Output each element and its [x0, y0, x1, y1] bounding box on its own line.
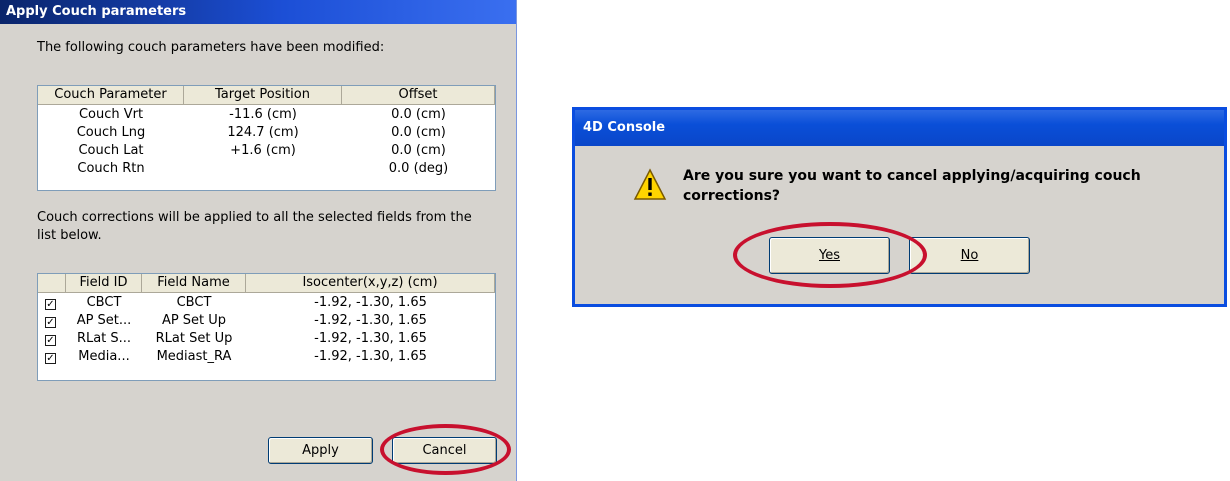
field-isocenter: -1.92, -1.30, 1.65 [314, 349, 427, 364]
no-button[interactable]: No [909, 237, 1030, 274]
field-checkbox[interactable]: ✓ [45, 317, 56, 328]
apply-button[interactable]: Apply [268, 437, 373, 464]
col-header-isocenter[interactable]: Isocenter(x,y,z) (cm) [246, 274, 495, 293]
param-offset: 0.0 (deg) [388, 161, 449, 176]
param-target: -11.6 (cm) [229, 107, 297, 122]
param-target: +1.6 (cm) [230, 143, 296, 158]
couch-params-list: Couch Parameter Target Position Offset C… [37, 85, 496, 191]
field-checkbox[interactable]: ✓ [45, 299, 56, 310]
param-target: 124.7 (cm) [227, 125, 299, 140]
param-target [184, 160, 342, 178]
param-name: Couch Lng [76, 125, 146, 140]
warning-icon [633, 168, 667, 200]
field-id: CBCT [86, 295, 122, 310]
message-line1: Are you sure you want to cancel applying… [683, 168, 1141, 184]
param-name: Couch Vrt [78, 107, 144, 122]
param-name: Couch Rtn [77, 161, 145, 176]
field-isocenter: -1.92, -1.30, 1.65 [314, 295, 427, 310]
field-name: AP Set Up [161, 313, 227, 328]
param-name: Couch Lat [78, 143, 144, 158]
note-text-line2: list below. [37, 228, 102, 243]
fields-list: Field ID Field Name Isocenter(x,y,z) (cm… [37, 273, 496, 381]
field-checkbox[interactable]: ✓ [45, 353, 56, 364]
field-name: RLat Set Up [155, 331, 233, 346]
col-header-offset[interactable]: Offset [342, 86, 495, 105]
param-offset: 0.0 (cm) [391, 107, 446, 122]
dialog-title: 4D Console [575, 110, 1224, 146]
field-checkbox[interactable]: ✓ [45, 335, 56, 346]
field-name: CBCT [176, 295, 212, 310]
param-offset: 0.0 (cm) [391, 143, 446, 158]
apply-couch-dialog: Apply Couch parameters The following cou… [0, 0, 517, 481]
col-header-field-id[interactable]: Field ID [66, 274, 142, 293]
intro-text: The following couch parameters have been… [37, 40, 385, 55]
field-isocenter: -1.92, -1.30, 1.65 [314, 313, 427, 328]
field-id: AP Set... [76, 313, 132, 328]
highlight-circle [380, 424, 511, 475]
col-header-checkbox[interactable] [38, 274, 66, 293]
highlight-circle [733, 222, 927, 288]
dialog-title: Apply Couch parameters [0, 0, 516, 24]
note-text-line1: Couch corrections will be applied to all… [37, 210, 472, 225]
param-offset: 0.0 (cm) [391, 125, 446, 140]
field-name: Mediast_RA [156, 349, 232, 364]
col-header-couch-parameter[interactable]: Couch Parameter [38, 86, 184, 105]
field-id: Media... [78, 349, 130, 364]
field-id: RLat S... [76, 331, 132, 346]
col-header-field-name[interactable]: Field Name [142, 274, 246, 293]
confirm-dialog: 4D Console Are you sure you want to canc… [572, 107, 1227, 307]
field-isocenter: -1.92, -1.30, 1.65 [314, 331, 427, 346]
col-header-target-position[interactable]: Target Position [184, 86, 342, 105]
message-line2: corrections? [683, 188, 781, 204]
